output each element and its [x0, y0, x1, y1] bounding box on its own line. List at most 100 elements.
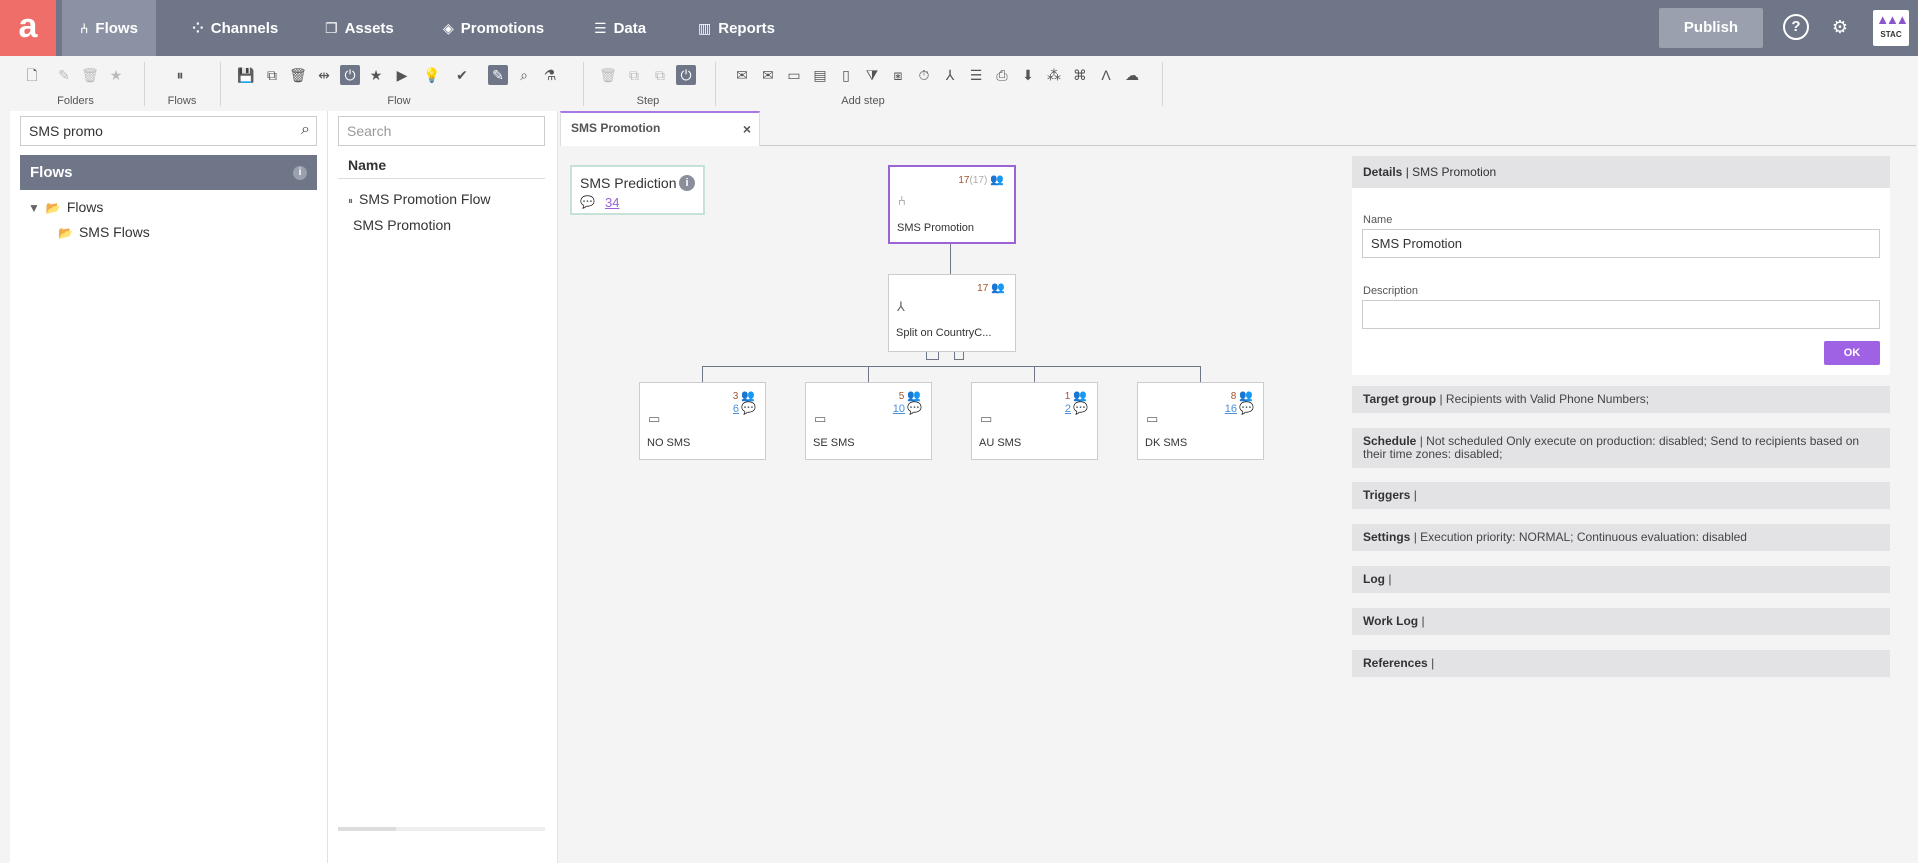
split-step-icon[interactable]: ⅄ — [940, 65, 960, 85]
flow-node-sms[interactable]: 8 👥 16 💬 ▭ DK SMS — [1137, 382, 1264, 460]
flow-node-sms[interactable]: 5 👥 10 💬 ▭ SE SMS — [805, 382, 932, 460]
connector-line — [950, 244, 951, 274]
time-step-icon[interactable]: ⏱ — [914, 65, 934, 85]
star-icon[interactable]: ★ — [366, 65, 386, 85]
flow-node-split[interactable]: 17 👥 ⅄ Split on CountryC... — [888, 274, 1016, 352]
ok-button[interactable]: OK — [1824, 341, 1880, 365]
publish-button[interactable]: Publish — [1659, 8, 1763, 48]
check-icon[interactable]: ✔ — [452, 65, 472, 85]
tab-sms-promotion[interactable]: SMS Promotion × — [560, 111, 760, 146]
horizontal-scrollbar[interactable] — [338, 827, 545, 831]
edit-folder-icon[interactable]: ✎ — [54, 65, 74, 85]
message-count-link[interactable]: 6 💬 — [733, 401, 756, 415]
section-settings[interactable]: Settings | Execution priority: NORMAL; C… — [1352, 524, 1890, 551]
delete-icon[interactable]: 🗑 — [288, 65, 308, 85]
export-step-icon[interactable]: ⎙ — [992, 65, 1012, 85]
web-step-icon[interactable]: ▤ — [810, 65, 830, 85]
description-field[interactable] — [1362, 300, 1880, 329]
split-icon[interactable]: ⇹ — [314, 65, 334, 85]
message-count-link[interactable]: 2 💬 — [1065, 401, 1088, 415]
step-power-icon[interactable]: ⏻ — [676, 65, 696, 85]
play-icon[interactable]: ▶ — [392, 65, 412, 85]
nav-assets-label: Assets — [344, 20, 394, 37]
info-icon[interactable]: i — [293, 166, 307, 180]
app-logo[interactable]: a — [0, 0, 56, 56]
nav-flows-label: Flows — [95, 20, 138, 37]
save-icon[interactable]: 💾 — [236, 65, 256, 85]
expand-triangle-icon[interactable]: ▼ — [28, 201, 40, 215]
flows-menu-icon[interactable]: ⏸ — [170, 65, 190, 85]
lightbulb-icon[interactable]: 💡 — [422, 65, 442, 85]
close-icon[interactable]: × — [743, 121, 751, 137]
email-step-icon[interactable]: ✉ — [732, 65, 752, 85]
settings-sliders-icon[interactable]: ⚙ — [1827, 14, 1853, 40]
section-target-group[interactable]: Target group | Recipients with Valid Pho… — [1352, 386, 1890, 413]
flow-node-sms[interactable]: 1 👥 2 💬 ▭ AU SMS — [971, 382, 1098, 460]
flow-node-sms[interactable]: 3 👥 6 💬 ▭ NO SMS — [639, 382, 766, 460]
brand-logo[interactable]: ▲▲▲ STAC — [1873, 10, 1909, 46]
group-step-icon[interactable]: ⁂ — [1044, 65, 1064, 85]
sms-step-icon[interactable]: ▭ — [784, 65, 804, 85]
info-icon[interactable]: i — [679, 175, 695, 191]
brand-mountain-icon: ▲▲▲ — [1876, 12, 1909, 27]
ab-test-step-icon[interactable]: Λ — [1096, 65, 1116, 85]
message-count-link[interactable]: 16 💬 — [1225, 401, 1254, 415]
favorite-folder-icon[interactable]: ★ — [106, 65, 126, 85]
script-step-icon[interactable]: ⌘ — [1070, 65, 1090, 85]
name-field[interactable]: SMS Promotion — [1362, 229, 1880, 258]
toolbar-label-flows: Flows — [167, 95, 197, 107]
section-triggers[interactable]: Triggers | — [1352, 482, 1890, 509]
section-references[interactable]: References | — [1352, 650, 1890, 677]
modify-step-icon[interactable]: ⧆ — [888, 65, 908, 85]
nav-channels[interactable]: ⁘ Channels — [174, 0, 296, 56]
toolbar-label-flow: Flow — [387, 95, 411, 107]
chat-icon: 💬 — [907, 401, 922, 415]
prediction-step-icon[interactable]: ☁ — [1122, 65, 1142, 85]
new-folder-icon[interactable]: 🗋 — [22, 65, 42, 85]
delete-step-icon[interactable]: 🗑 — [598, 65, 618, 85]
list-item[interactable]: ⏸ SMS Promotion Flow — [348, 191, 490, 207]
email-money-step-icon[interactable]: ✉ — [758, 65, 778, 85]
column-header-name[interactable]: Name — [338, 157, 545, 179]
section-log[interactable]: Log | — [1352, 566, 1890, 593]
merge-step-icon[interactable]: ⬇ — [1018, 65, 1038, 85]
mobile-step-icon[interactable]: ▯ — [836, 65, 856, 85]
flow-node-root[interactable]: 17(17) 👥 ⑃ SMS Promotion — [888, 165, 1016, 244]
power-icon[interactable]: ⏻ — [340, 65, 360, 85]
search-icon[interactable]: ⌕ — [301, 121, 310, 139]
edit-icon[interactable]: ✎ — [488, 65, 508, 85]
tree-item-sms-flows[interactable]: 📂 SMS Flows — [58, 224, 150, 240]
details-header[interactable]: Details | SMS Promotion — [1352, 156, 1890, 188]
flows-section-header[interactable]: Flows i — [20, 155, 317, 190]
nav-assets[interactable]: ❐ Assets — [307, 0, 412, 56]
flow-search-input[interactable]: Search — [338, 116, 545, 146]
prediction-box[interactable]: SMS Prediction i 💬 34 — [570, 165, 705, 215]
section-schedule[interactable]: Schedule | Not scheduled Only execute on… — [1352, 428, 1890, 468]
paste-step-icon[interactable]: ⧉ — [650, 65, 670, 85]
toolbar-divider — [583, 62, 584, 106]
folder-search-input[interactable]: SMS promo ⌕ — [20, 116, 317, 146]
message-count-link[interactable]: 10 💬 — [893, 401, 922, 415]
nav-flows[interactable]: ⑃ Flows — [62, 0, 156, 56]
filter-step-icon[interactable]: ⧩ — [862, 65, 882, 85]
scrollbar-thumb[interactable] — [338, 827, 396, 831]
help-icon[interactable]: ? — [1783, 14, 1809, 40]
delete-folder-icon[interactable]: 🗑 — [80, 65, 100, 85]
folder-search-value: SMS promo — [29, 123, 103, 139]
channels-icon: ⁘ — [192, 20, 204, 36]
section-work-log[interactable]: Work Log | — [1352, 608, 1890, 635]
copy-icon[interactable]: ⧉ — [262, 65, 282, 85]
copy-step-icon[interactable]: ⧉ — [624, 65, 644, 85]
nav-data[interactable]: ☰ Data — [576, 0, 664, 56]
list-item[interactable]: SMS Promotion — [353, 217, 451, 233]
test-flask-icon[interactable]: ⚗ — [540, 65, 560, 85]
folder-icon: 📂 — [45, 201, 61, 215]
search-flow-icon[interactable]: ⌕ — [514, 65, 534, 85]
nav-reports[interactable]: ▥ Reports — [680, 0, 793, 56]
sms-icon: ▭ — [980, 411, 993, 426]
database-step-icon[interactable]: ☰ — [966, 65, 986, 85]
nav-promotions[interactable]: ◈ Promotions — [425, 0, 562, 56]
section-title: Work Log — [1363, 614, 1419, 628]
prediction-count-link[interactable]: 34 — [605, 195, 619, 210]
tree-item-flows[interactable]: ▼ 📂 Flows — [28, 199, 103, 215]
